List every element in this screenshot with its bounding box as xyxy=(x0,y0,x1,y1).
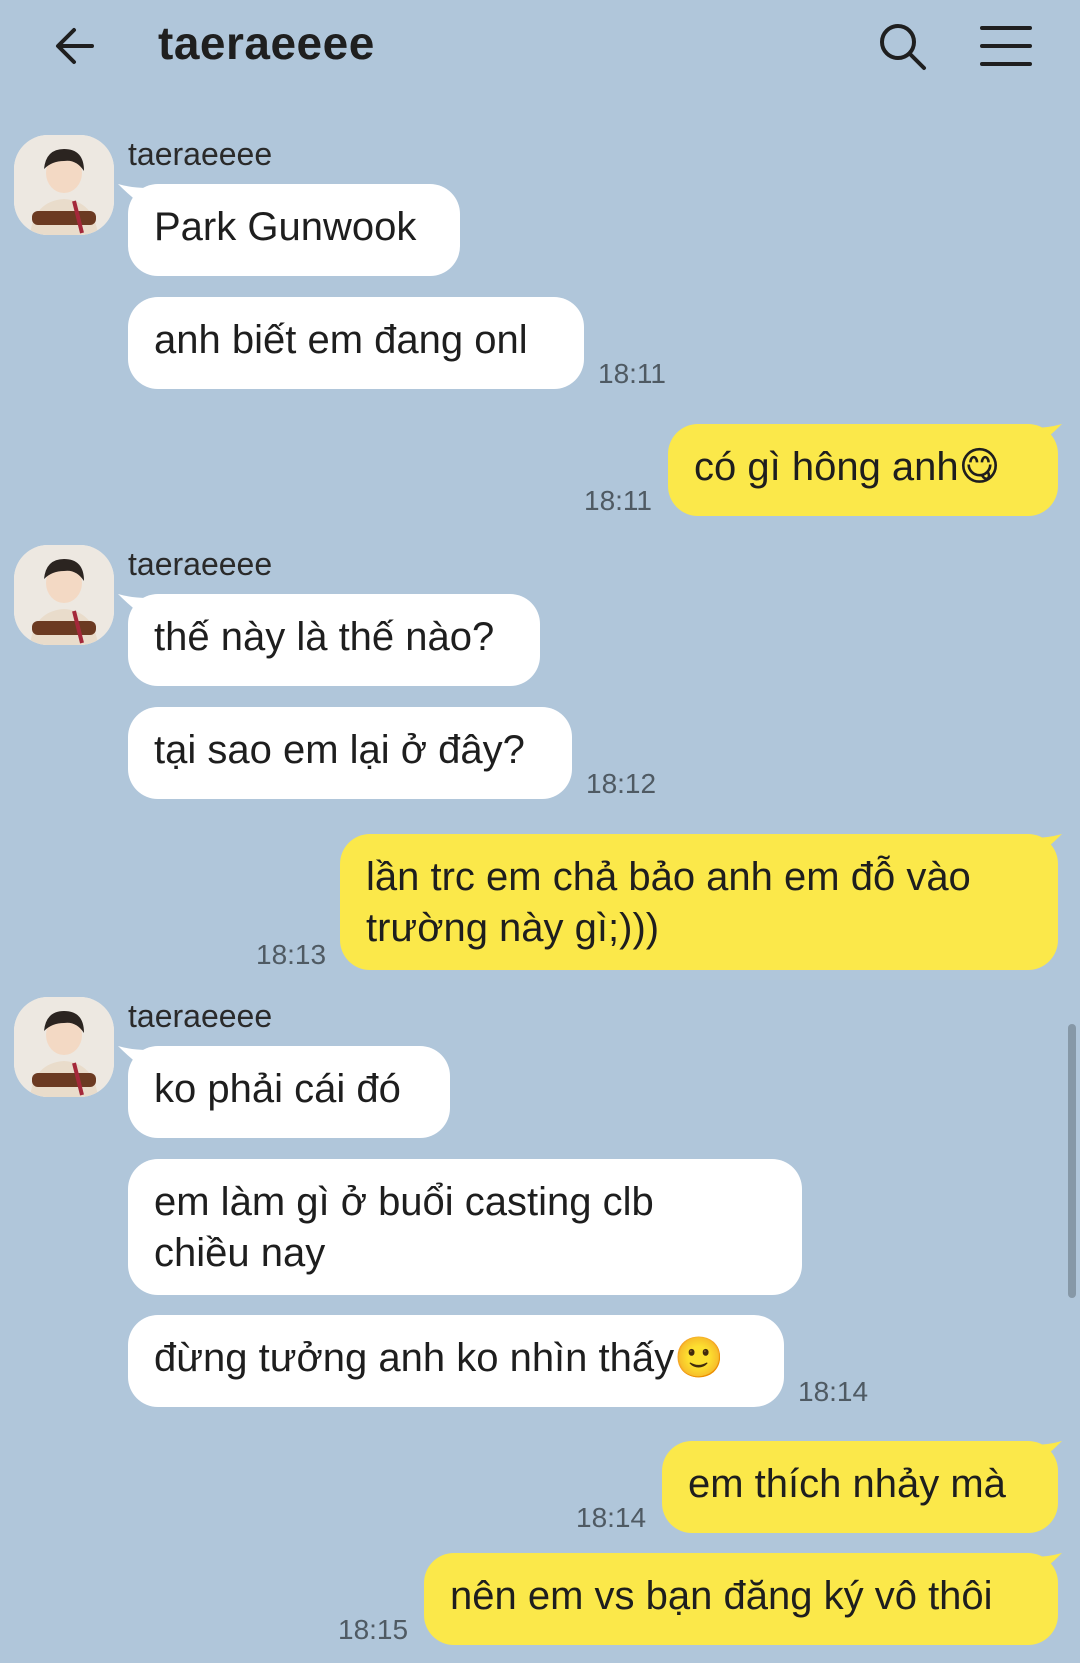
message-text: Park Gunwook xyxy=(154,205,417,249)
message-timestamp: 18:14 xyxy=(576,1502,647,1533)
chat-title: taeraeeee xyxy=(158,17,375,69)
message-timestamp: 18:12 xyxy=(586,768,657,799)
incoming-message-bubble[interactable]: tại sao em lại ở đây? xyxy=(128,707,572,799)
message-text-line: em làm gì ở buổi casting clb xyxy=(154,1180,654,1224)
avatar[interactable] xyxy=(14,997,114,1097)
arrow-left-icon[interactable] xyxy=(48,18,104,74)
message-timestamp: 18:11 xyxy=(598,358,666,389)
message-text-line: trường này gì;))) xyxy=(366,906,660,950)
bubble-tail xyxy=(1032,1553,1062,1579)
message-text: tại sao em lại ở đây? xyxy=(154,728,525,772)
message-text: thế này là thế nào? xyxy=(154,615,495,659)
message-timestamp: 18:14 xyxy=(798,1376,869,1407)
scrollbar[interactable] xyxy=(1068,1024,1076,1298)
outgoing-message-bubble[interactable]: em thích nhảy mà xyxy=(662,1441,1058,1533)
message-text: đừng tưởng anh ko nhìn thấy xyxy=(154,1336,675,1380)
incoming-message-bubble[interactable]: Park Gunwook xyxy=(128,184,460,276)
incoming-message-bubble[interactable]: ko phải cái đó xyxy=(128,1046,450,1138)
message-timestamp: 18:15 xyxy=(338,1614,409,1645)
message-text: ko phải cái đó xyxy=(154,1067,401,1111)
message-text: có gì hông anh xyxy=(694,445,959,489)
message-text: anh biết em đang onl xyxy=(154,318,528,362)
avatar[interactable] xyxy=(14,545,114,645)
outgoing-message-bubble[interactable]: có gì hông anh😋 xyxy=(668,424,1058,516)
message-timestamp: 18:11 xyxy=(584,485,652,516)
message-timestamp: 18:13 xyxy=(256,939,327,970)
sender-name: taeraeeee xyxy=(128,998,273,1034)
search-icon[interactable] xyxy=(874,18,930,74)
sender-name: taeraeeee xyxy=(128,546,273,582)
smiling-face-emoji-icon: 🙂 xyxy=(674,1335,724,1381)
outgoing-message-bubble[interactable]: nên em vs bạn đăng ký vô thôi xyxy=(424,1553,1058,1645)
yum-face-emoji-icon: 😋 xyxy=(958,444,1001,490)
outgoing-message-bubble[interactable]: lần trc em chả bảo anh em đỗ vào trường … xyxy=(340,834,1058,970)
hamburger-menu-icon[interactable] xyxy=(976,18,1036,74)
incoming-message-bubble[interactable]: anh biết em đang onl xyxy=(128,297,584,389)
sender-name: taeraeeee xyxy=(128,136,273,172)
avatar[interactable] xyxy=(14,135,114,235)
chat-header: taeraeeee xyxy=(0,0,1080,90)
incoming-message-bubble[interactable]: đừng tưởng anh ko nhìn thấy🙂 xyxy=(128,1315,784,1407)
message-text: nên em vs bạn đăng ký vô thôi xyxy=(450,1574,993,1618)
message-text: em thích nhảy mà xyxy=(688,1462,1006,1506)
incoming-message-bubble[interactable]: em làm gì ở buổi casting clb chiều nay xyxy=(128,1159,802,1295)
message-text-line: lần trc em chả bảo anh em đỗ vào xyxy=(366,855,971,899)
incoming-message-bubble[interactable]: thế này là thế nào? xyxy=(128,594,540,686)
message-text-line: chiều nay xyxy=(154,1231,326,1275)
